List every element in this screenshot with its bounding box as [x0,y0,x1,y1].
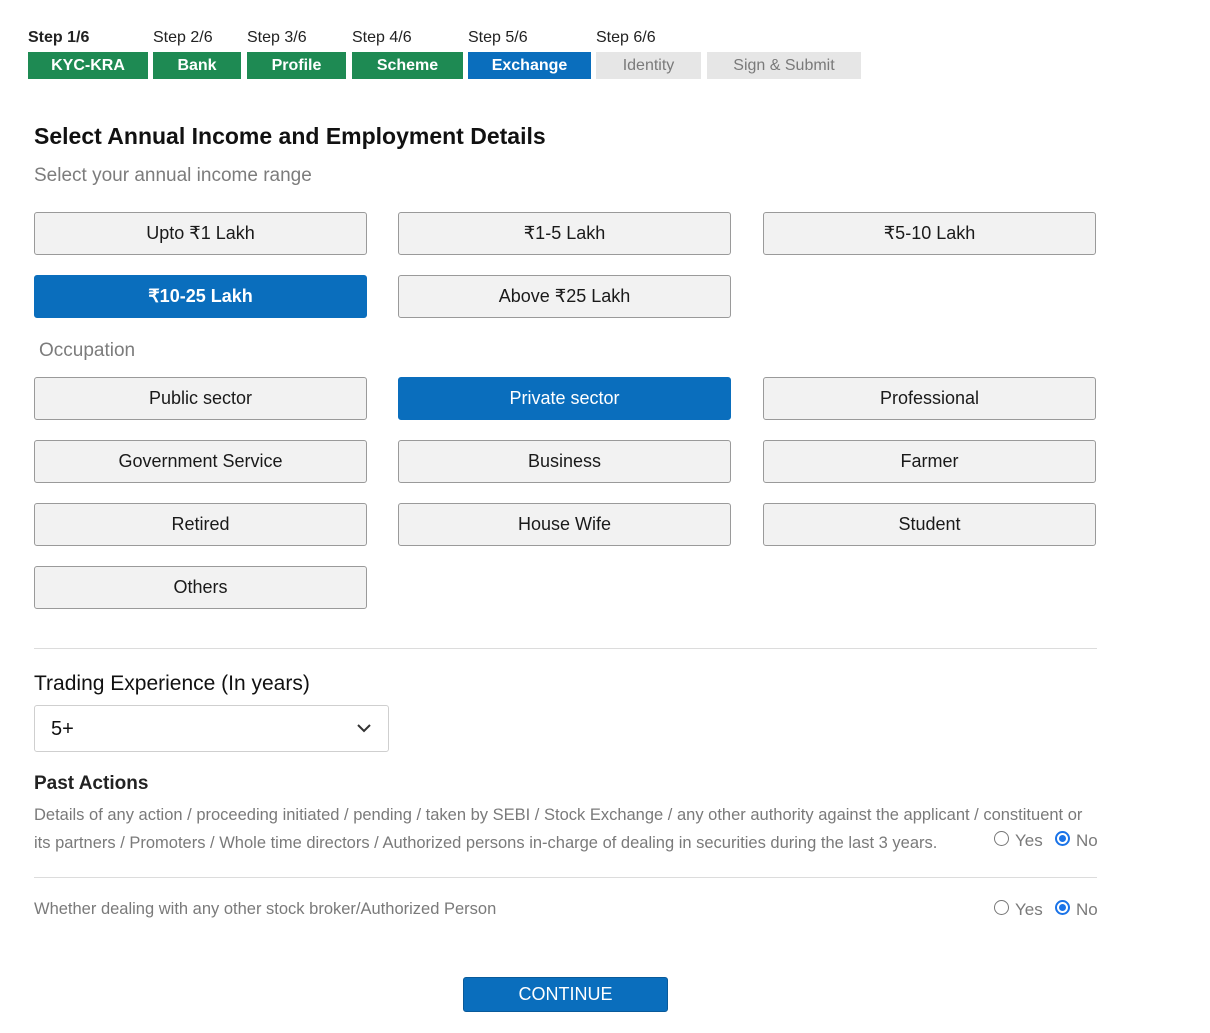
trading-experience-heading: Trading Experience (In years) [34,672,310,695]
income-option-1-5-lakh[interactable]: ₹1-5 Lakh [398,212,731,255]
other-broker-question: Whether dealing with any other stock bro… [34,900,497,918]
past-actions-yes-label[interactable]: Yes [1015,831,1043,851]
past-actions-radio-group: Yes No [994,831,1098,853]
past-actions-description: Details of any action / proceeding initi… [34,806,1083,852]
occupation-option-government-service[interactable]: Government Service [34,440,367,483]
occupation-option-business[interactable]: Business [398,440,731,483]
past-actions-no-label[interactable]: No [1076,831,1098,851]
other-broker-yes-radio[interactable] [994,900,1009,915]
income-option-10-25-lakh[interactable]: ₹10-25 Lakh [34,275,367,318]
occupation-option-retired[interactable]: Retired [34,503,367,546]
step-1-counter: Step 1/6 [28,29,90,46]
chevron-down-icon [357,724,371,733]
step-6-counter: Step 6/6 [596,29,656,46]
trading-experience-select[interactable]: 5+ [34,705,389,752]
step-5-counter: Step 5/6 [468,29,528,46]
section-divider [34,648,1097,649]
other-broker-yes-label[interactable]: Yes [1015,900,1043,920]
step-4-counter: Step 4/6 [352,29,412,46]
income-option-upto-1-lakh[interactable]: Upto ₹1 Lakh [34,212,367,255]
occupation-option-house-wife[interactable]: House Wife [398,503,731,546]
progress-stepper: Step 1/6 Step 2/6 Step 3/6 Step 4/6 Step… [28,28,868,82]
section-divider [34,877,1097,878]
trading-experience-value: 5+ [51,718,74,740]
continue-button[interactable]: CONTINUE [463,977,668,1012]
other-broker-no-label[interactable]: No [1076,900,1098,920]
other-broker-no-radio[interactable] [1055,900,1070,915]
step-profile[interactable]: Profile [247,52,346,79]
income-prompt: Select your annual income range [34,165,312,186]
occupation-option-private-sector[interactable]: Private sector [398,377,731,420]
past-actions-yes-radio[interactable] [994,831,1009,846]
income-option-5-10-lakh[interactable]: ₹5-10 Lakh [763,212,1096,255]
income-option-above-25-lakh[interactable]: Above ₹25 Lakh [398,275,731,318]
other-broker-radio-group: Yes No [994,900,1098,922]
step-exchange[interactable]: Exchange [468,52,591,79]
occupation-option-student[interactable]: Student [763,503,1096,546]
past-actions-heading: Past Actions [34,773,149,794]
occupation-option-others[interactable]: Others [34,566,367,609]
past-actions-no-radio[interactable] [1055,831,1070,846]
step-bank[interactable]: Bank [153,52,241,79]
occupation-heading: Occupation [39,340,136,361]
step-identity: Identity [596,52,701,79]
step-2-counter: Step 2/6 [153,29,213,46]
occupation-option-public-sector[interactable]: Public sector [34,377,367,420]
step-scheme[interactable]: Scheme [352,52,463,79]
page-title: Select Annual Income and Employment Deta… [34,123,546,149]
step-sign-submit: Sign & Submit [707,52,861,79]
occupation-option-farmer[interactable]: Farmer [763,440,1096,483]
step-kyc-kra[interactable]: KYC-KRA [28,52,148,79]
occupation-option-professional[interactable]: Professional [763,377,1096,420]
step-3-counter: Step 3/6 [247,29,307,46]
